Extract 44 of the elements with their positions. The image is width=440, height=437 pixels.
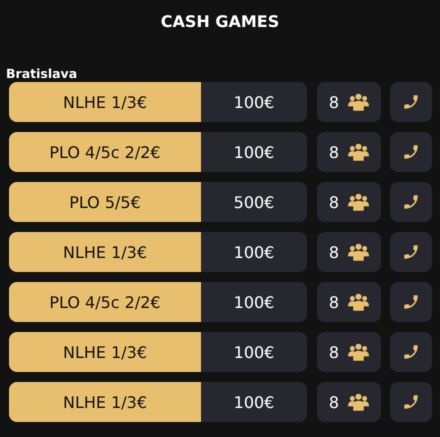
phone-icon: [402, 393, 420, 411]
people-icon: [348, 393, 370, 411]
phone-icon: [402, 93, 420, 111]
player-count: 8: [328, 192, 340, 212]
buyin-cell: 100€: [201, 82, 307, 122]
location-heading: Bratislava: [6, 66, 78, 82]
player-count: 8: [328, 242, 340, 262]
people-icon: [348, 343, 370, 361]
game-cell: PLO 4/5c 2/2€: [9, 132, 201, 172]
game-cell: NLHE 1/3€: [9, 82, 201, 122]
buyin-cell: 100€: [201, 332, 307, 372]
player-count: 8: [328, 142, 340, 162]
player-count: 8: [328, 342, 340, 362]
phone-icon: [402, 143, 420, 161]
phone-icon: [402, 343, 420, 361]
player-count: 8: [328, 292, 340, 312]
player-count: 8: [328, 392, 340, 412]
buyin-cell: 500€: [201, 182, 307, 222]
player-count: 8: [328, 92, 340, 112]
game-cell: PLO 4/5c 2/2€: [9, 282, 201, 322]
people-icon: [348, 293, 370, 311]
game-cell: PLO 5/5€: [9, 182, 201, 222]
call-button[interactable]: [390, 282, 432, 322]
people-icon: [348, 193, 370, 211]
phone-icon: [402, 293, 420, 311]
game-cell: NLHE 1/3€: [9, 332, 201, 372]
people-icon: [348, 93, 370, 111]
people-icon: [348, 243, 370, 261]
call-button[interactable]: [390, 182, 432, 222]
buyin-cell: 100€: [201, 382, 307, 422]
call-button[interactable]: [390, 382, 432, 422]
people-icon: [348, 143, 370, 161]
call-button[interactable]: [390, 232, 432, 272]
phone-icon: [402, 193, 420, 211]
buyin-cell: 100€: [201, 282, 307, 322]
game-cell: NLHE 1/3€: [9, 232, 201, 272]
buyin-cell: 100€: [201, 132, 307, 172]
call-button[interactable]: [390, 82, 432, 122]
phone-icon: [402, 243, 420, 261]
call-button[interactable]: [390, 332, 432, 372]
game-cell: NLHE 1/3€: [9, 382, 201, 422]
buyin-cell: 100€: [201, 232, 307, 272]
call-button[interactable]: [390, 132, 432, 172]
page-title: CASH GAMES: [160, 11, 280, 33]
